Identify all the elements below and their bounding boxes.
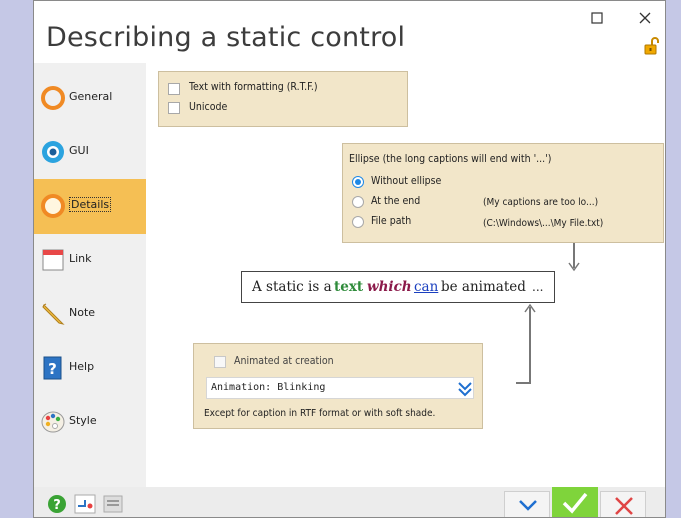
window-icon [40,247,66,273]
unlocked-padlock-icon[interactable] [643,37,661,55]
ok-button[interactable] [552,487,598,517]
bottom-bar: ? [34,487,665,517]
sidebar-item-label: Details [69,197,112,212]
maximize-icon[interactable] [586,9,608,29]
down-button[interactable] [504,491,550,517]
animation-panel: Animated at creation Animation: Blinking… [193,343,483,429]
chevron-down-icon [518,497,538,517]
sidebar-item-gui[interactable]: GUI [34,125,146,179]
sidebar-item-style[interactable]: Style [34,395,146,449]
animated-label: Animated at creation [234,355,334,367]
preview-text-italic: which [367,279,412,295]
sidebar-item-label: Link [69,252,92,265]
close-icon[interactable] [634,9,656,29]
sidebar-item-label: Note [69,306,96,319]
sidebar-item-note[interactable]: Note [34,287,146,341]
double-chevron-down-icon[interactable] [457,381,473,401]
sidebar-item-help[interactable]: ? Help [34,341,146,395]
animation-note: Except for caption in RTF format or with… [204,408,436,419]
checkmark-icon [562,491,588,517]
sidebar-item-label: GUI [69,144,89,157]
sidebar-item-label: General [69,90,113,103]
animation-select[interactable]: Animation: Blinking [206,377,474,399]
preview-text-link: can [414,279,439,295]
preview-text-start: A static is a [252,279,332,295]
preview-text-end: be animated [441,279,526,295]
sidebar-item-link[interactable]: Link [34,233,146,287]
cancel-button[interactable] [600,491,646,517]
sidebar-item-label: Help [69,360,95,373]
sidebar-item-details[interactable]: Details [34,179,146,234]
eye-icon [40,139,66,165]
animated-checkbox[interactable] [214,356,226,368]
palette-icon [40,409,66,435]
preview-icon[interactable] [102,494,124,517]
cross-icon [614,496,634,517]
ring-icon [40,85,66,111]
animation-select-value: Animation: Blinking [211,382,326,393]
sidebar-item-general[interactable]: General [34,71,146,125]
dialog-title: Describing a static control [46,22,406,53]
ring-icon [40,193,66,219]
help-book-icon: ? [40,355,66,381]
preview-ellipsis: ... [532,280,544,294]
tab-order-icon[interactable] [74,494,96,517]
title-bar: Describing a static control [34,1,665,63]
help-icon[interactable]: ? [47,494,67,517]
sidebar-item-label: Style [69,414,97,427]
static-preview: A static is a text which can be animated… [241,271,555,303]
svg-text:?: ? [53,498,61,513]
pencil-icon [40,301,66,327]
preview-text-green: text [334,279,364,295]
dialog-window: Describing a static control General GUI … [33,0,666,518]
details-content: Text with formatting (R.T.F.) Unicode El… [146,63,665,487]
svg-text:?: ? [48,360,57,378]
sidebar: General GUI Details Link Note ? Help Sty… [34,63,146,487]
